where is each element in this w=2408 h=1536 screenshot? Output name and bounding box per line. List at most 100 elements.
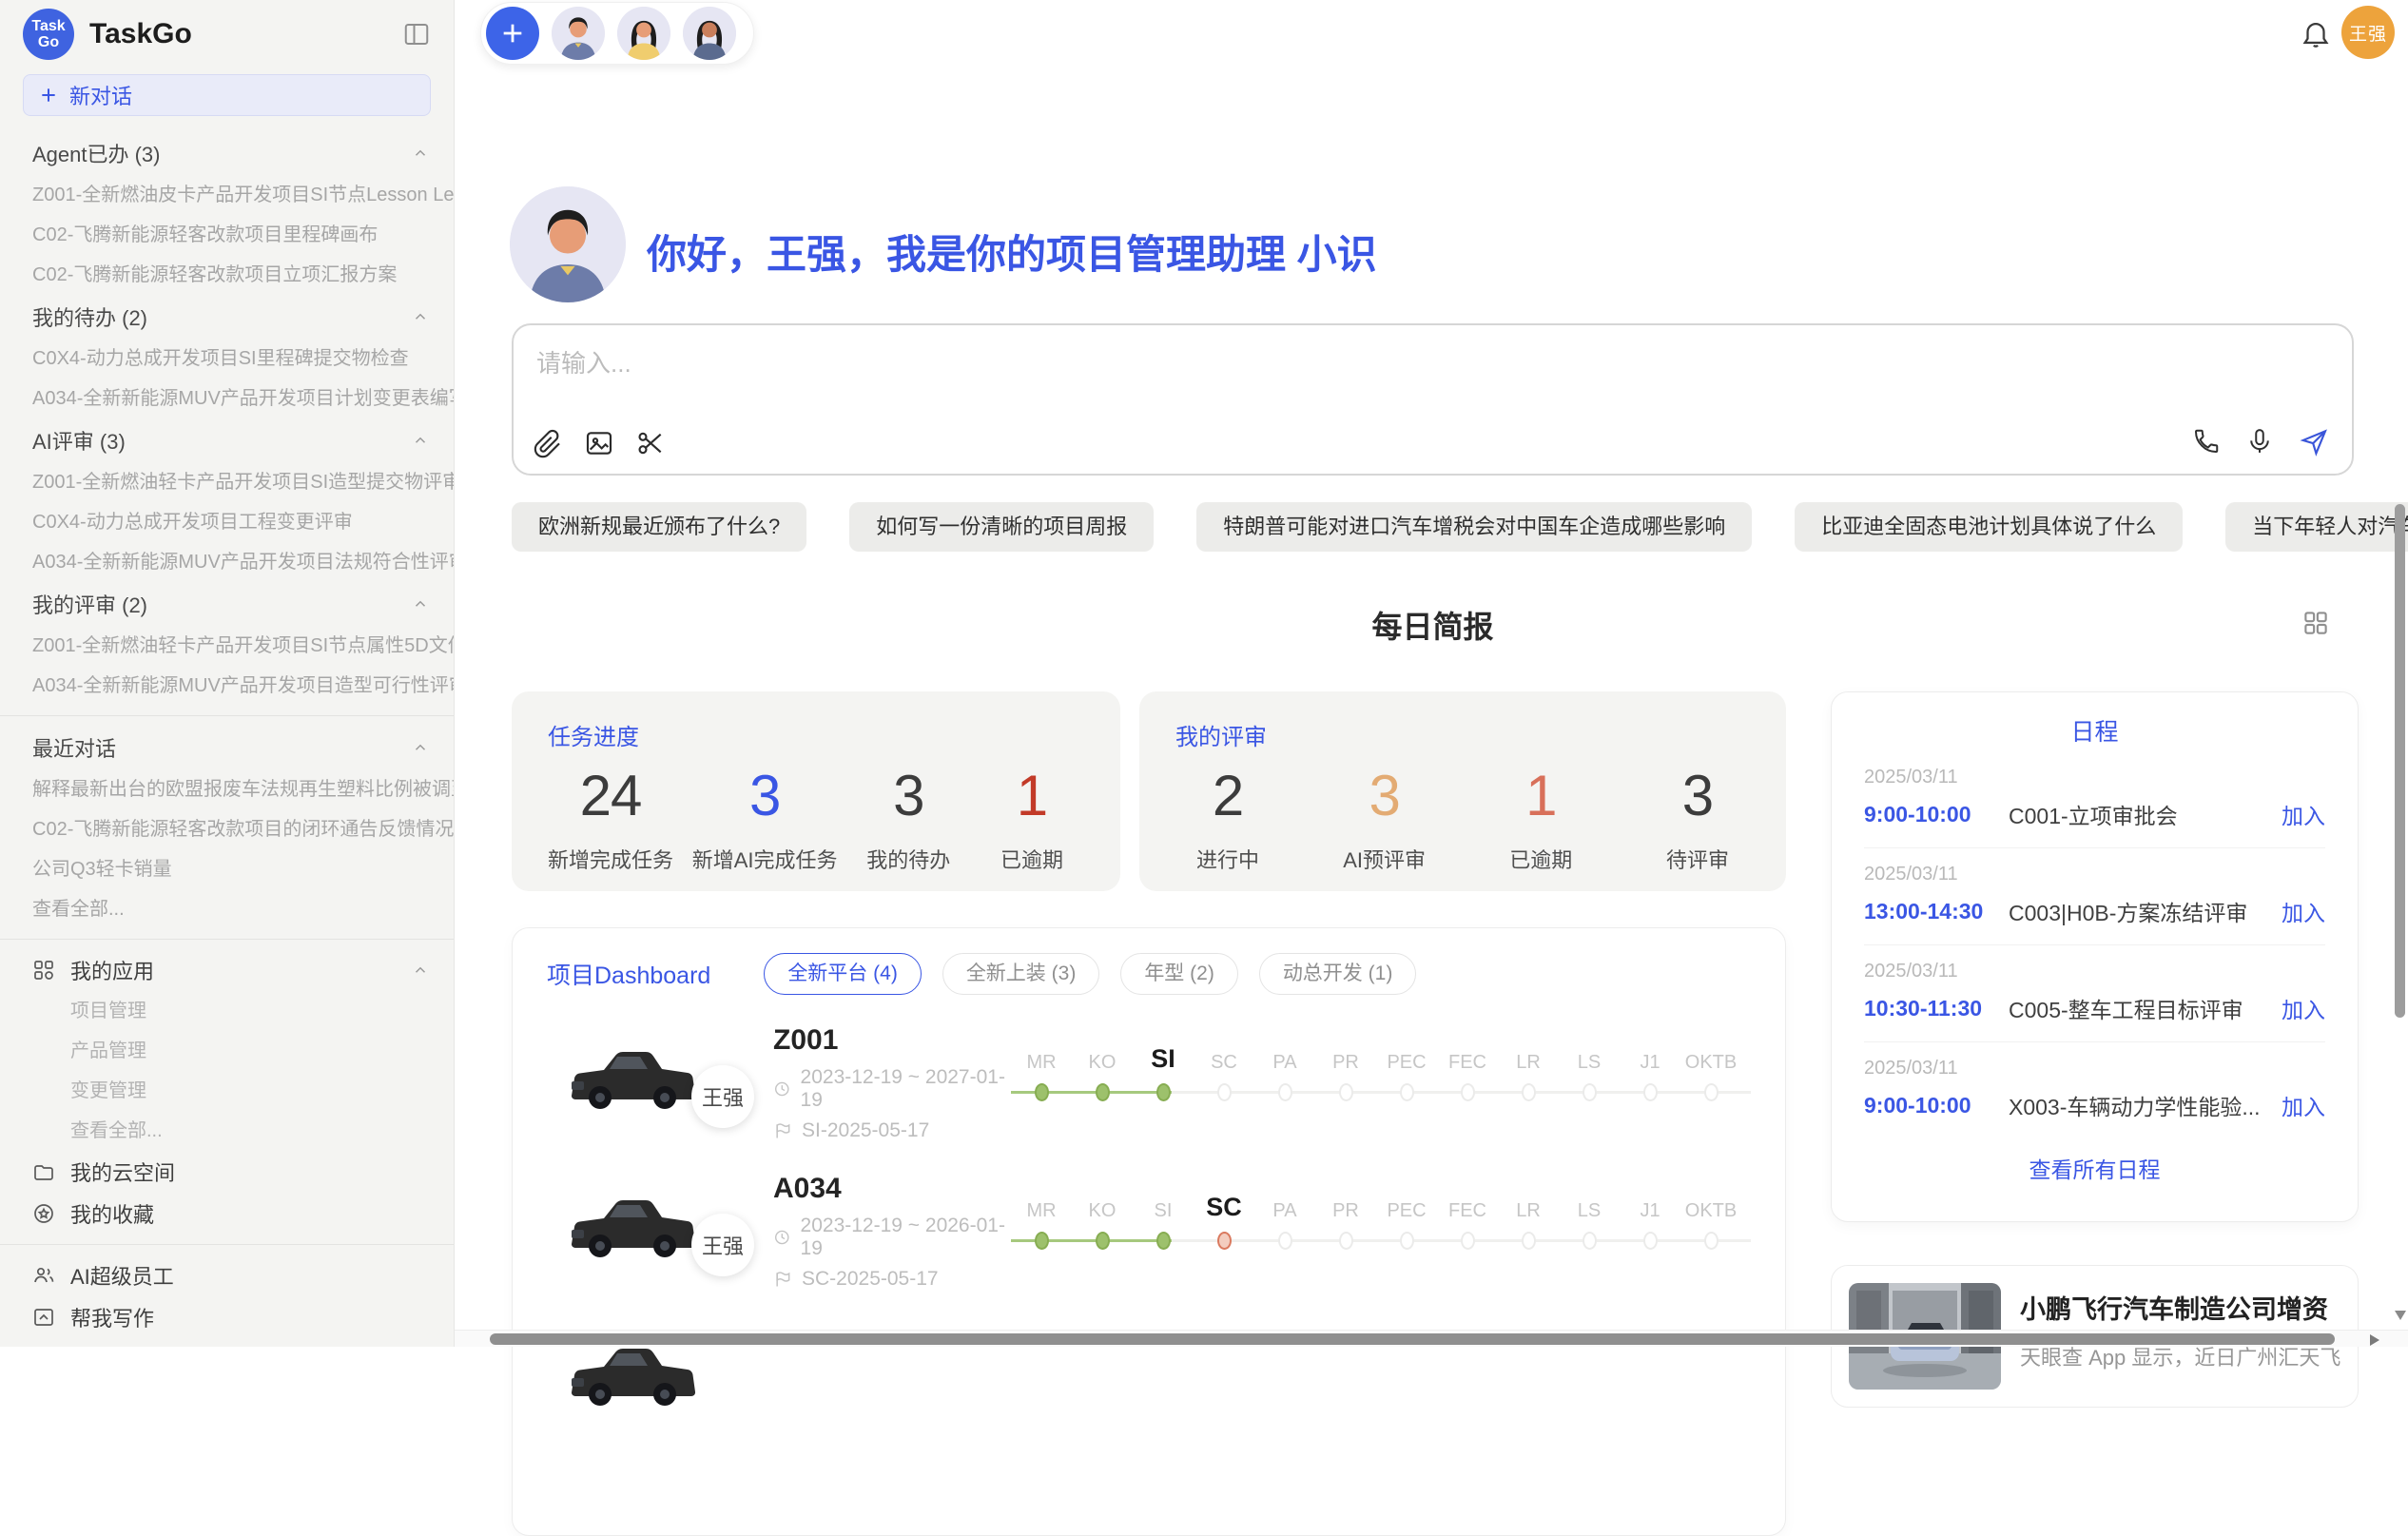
cloud-folder-icon [32,1160,55,1183]
section-title: Agent已办 (3) [32,138,161,168]
tab-model-year[interactable]: 年型 (2) [1120,953,1238,995]
view-all-schedule-link[interactable]: 查看所有日程 [1864,1152,2325,1184]
add-agent-button[interactable] [486,7,539,60]
sidebar-item[interactable]: A034-全新新能源MUV产品开发项目计划变更表编写 [0,379,454,418]
plus-icon [39,86,58,105]
stats-row: 24 新增完成任务 3 新增AI完成任务 3 我的待办 1 已逾期 [548,766,1084,874]
milestone-LS: LS [1559,1036,1620,1101]
suggestion-chip[interactable]: 特朗普可能对进口汽车增税会对中国车企造成哪些影响 [1196,502,1752,552]
stat-value: 3 [856,766,961,826]
sidebar-item[interactable]: C02-飞腾新能源轻客改款项目立项汇报方案 [0,255,454,295]
sidebar-item-help-me-write[interactable]: 帮我写作 [0,1296,454,1338]
team-icon [32,1264,55,1287]
milestone-PR: PR [1315,1184,1376,1250]
tab-powertrain[interactable]: 动总开发 (1) [1259,953,1417,995]
tab-new-upfit[interactable]: 全新上装 (3) [942,953,1100,995]
sidebar-item[interactable]: C0X4-动力总成开发项目工程变更评审 [0,502,454,542]
suggestion-chip[interactable]: 比亚迪全固态电池计划具体说了什么 [1795,502,2183,552]
section-recent-chats[interactable]: 最近对话 [0,726,454,769]
stat-label: 我的待办 [856,844,961,874]
join-link[interactable]: 加入 [2282,1089,2325,1121]
apps-view-all[interactable]: 查看全部... [0,1111,454,1151]
stat: 1 已逾期 [980,766,1084,874]
sidebar-item[interactable]: Z001-全新燃油轻卡产品开发项目SI造型提交物评审 [0,462,454,502]
agent-avatar-1[interactable] [552,7,605,60]
send-icon[interactable] [2299,426,2329,457]
milestone-label: PA [1272,1036,1296,1074]
scroll-right-arrow[interactable] [2370,1334,2379,1346]
bell-icon[interactable] [2300,17,2332,49]
milestone-label: SI [1151,1036,1175,1074]
recent-view-all[interactable]: 查看全部... [0,889,454,929]
scroll-down-arrow[interactable] [2395,1311,2406,1320]
microphone-icon[interactable] [2245,427,2274,456]
join-link[interactable]: 加入 [2282,895,2325,927]
section-my-todo[interactable]: 我的待办 (2) [0,295,454,339]
scissors-icon[interactable] [635,428,666,458]
project-row[interactable]: 王强 Z001 2023-12-19 ~ 2027-01-19 SI-2025-… [547,1023,1785,1143]
recent-chat-item[interactable]: C02-飞腾新能源轻客改款项目的闭环通告反馈情况 [0,809,454,849]
milestone-LR: LR [1498,1036,1559,1101]
image-icon[interactable] [584,428,614,458]
stat-value: 24 [548,766,673,826]
collapse-sidebar-icon[interactable] [402,20,431,49]
stat: 3 新增AI完成任务 [692,766,838,874]
horizontal-scrollbar-thumb[interactable] [490,1333,2335,1345]
agent-avatar-2[interactable] [617,7,670,60]
project-row[interactable]: 王强 A034 2023-12-19 ~ 2026-01-19 SC-2025-… [547,1172,1785,1292]
milestone-node [1643,1083,1658,1101]
sidebar-item-my-apps[interactable]: 我的应用 [0,949,454,991]
milestone-SI: SI [1133,1036,1194,1101]
layout-grid-icon[interactable] [2301,609,2330,637]
chat-input[interactable] [534,342,1866,405]
milestone-label: OKTB [1685,1036,1737,1074]
milestone-node [1704,1232,1719,1250]
logo-text-bottom: Go [38,34,59,50]
section-my-review[interactable]: 我的评审 (2) [0,582,454,626]
milestone-OKTB: OKTB [1680,1036,1741,1101]
milestone-node [1217,1232,1232,1250]
milestone-node [1583,1083,1597,1101]
agent-avatar-3[interactable] [683,7,736,60]
sidebar-item[interactable]: C0X4-动力总成开发项目SI里程碑提交物检查 [0,339,454,379]
dashboard-header: 项目Dashboard 全新平台 (4) 全新上装 (3) 年型 (2) 动总开… [547,953,1785,995]
section-agent-done[interactable]: Agent已办 (3) [0,131,454,175]
suggestion-chip[interactable]: 欧洲新规最近颁布了什么? [512,502,806,552]
apps-grid-icon [32,959,55,982]
milestone-label: PA [1272,1184,1296,1222]
app-item-change-mgmt[interactable]: 变更管理 [0,1071,454,1111]
sidebar-item-favorites[interactable]: 我的收藏 [0,1193,454,1235]
sidebar-item[interactable]: Z001-全新燃油轻卡产品开发项目SI节点属性5D文件评审 [0,626,454,666]
phone-icon[interactable] [2192,427,2221,456]
sidebar-item[interactable]: Z001-全新燃油皮卡产品开发项目SI节点Lesson Learn报告 [0,175,454,215]
milestone-OKTB: OKTB [1680,1184,1741,1250]
suggestion-chip[interactable]: 当下年轻人对汽车外观有怎样的喜好趋势 [2225,502,2408,552]
milestone-label: MR [1026,1184,1056,1222]
schedule-item: 2025/03/11 9:00-10:00 C001-立项审批会 加入 [1864,751,2325,848]
sidebar-item-cloud-space[interactable]: 我的云空间 [0,1151,454,1193]
sidebar-item[interactable]: A034-全新新能源MUV产品开发项目法规符合性评审 [0,542,454,582]
recent-chat-item[interactable]: 解释最新出台的欧盟报废车法规再生塑料比例被调至15%... [0,769,454,809]
greeting-text: 你好，王强，我是你的项目管理助理 小识 [647,223,1377,281]
milestone-label: J1 [1640,1184,1660,1222]
sidebar-item-ai-super-staff[interactable]: AI超级员工 [0,1254,454,1296]
sidebar-item[interactable]: A034-全新新能源MUV产品开发项目造型可行性评审 [0,666,454,706]
app-title: TaskGo [89,18,192,50]
suggestion-chip[interactable]: 如何写一份清晰的项目周报 [849,502,1154,552]
app-item-project-mgmt[interactable]: 项目管理 [0,991,454,1031]
schedule-time: 10:30-11:30 [1864,996,2009,1021]
stat: 2 进行中 [1175,766,1280,874]
vertical-scrollbar-thumb[interactable] [2395,504,2405,1018]
section-ai-review[interactable]: AI评审 (3) [0,418,454,462]
paperclip-icon[interactable] [533,428,563,458]
app-item-product-mgmt[interactable]: 产品管理 [0,1031,454,1071]
new-chat-button[interactable]: 新对话 [23,74,431,116]
join-link[interactable]: 加入 [2282,992,2325,1024]
tab-new-platform[interactable]: 全新平台 (4) [764,953,922,995]
sidebar-item[interactable]: C02-飞腾新能源轻客改款项目里程碑画布 [0,215,454,255]
section-title: 我的评审 (2) [32,589,147,619]
user-avatar[interactable]: 王强 [2341,6,2395,59]
join-link[interactable]: 加入 [2282,798,2325,830]
recent-chat-item[interactable]: 公司Q3轻卡销量 [0,849,454,889]
sidebar-item-creative-drawing[interactable]: 创意制图 [0,1338,454,1347]
